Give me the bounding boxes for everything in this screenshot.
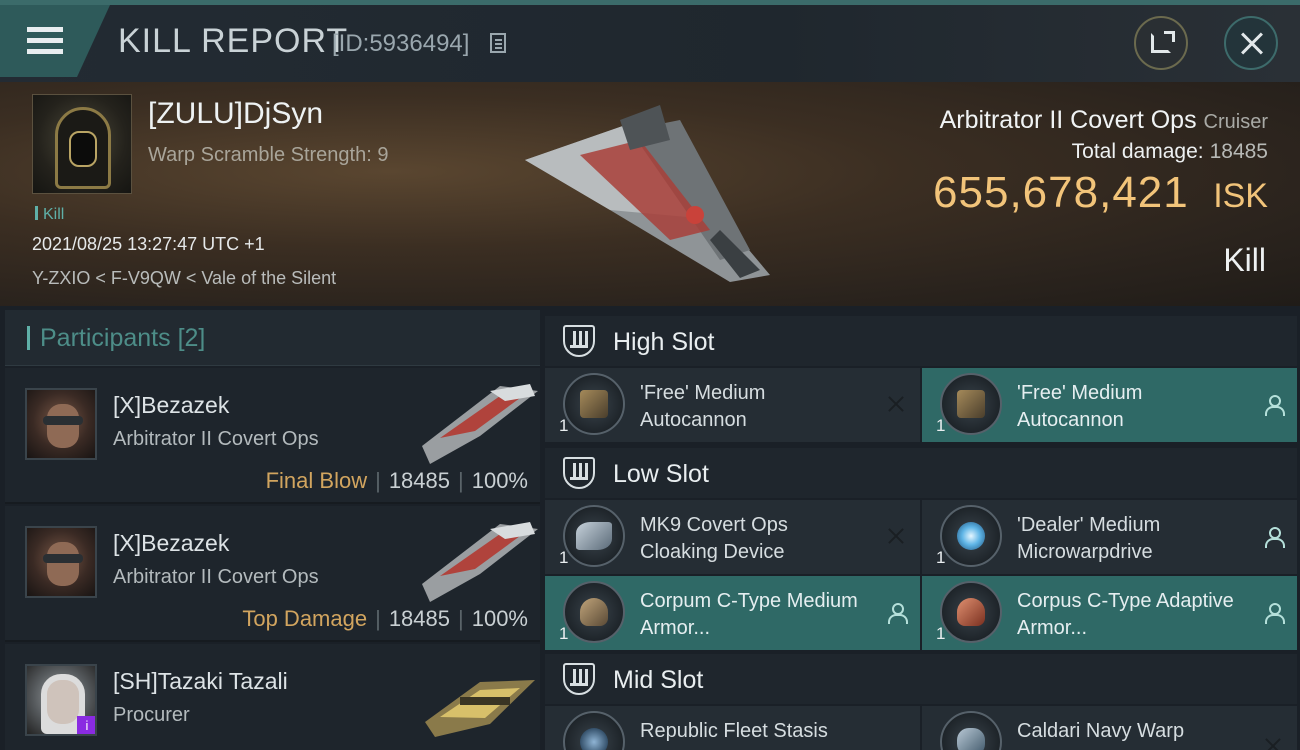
module-name: Caldari Navy Warp [1017,720,1185,742]
destroyed-icon [886,394,906,414]
microwarpdrive-icon [940,505,1002,567]
slot-title: High Slot [613,328,715,356]
participants-header: Participants [2] [5,310,540,366]
armor-repairer-icon [563,581,625,643]
victim-ship-name[interactable]: Arbitrator II Covert Ops Cruiser [940,106,1268,135]
close-button[interactable] [1224,16,1278,70]
report-id: [ID:5936494] [332,30,470,57]
participant-row[interactable]: [X]Bezazek Arbitrator II Covert Ops Top … [5,506,540,642]
victim-ship-class: Cruiser [1203,111,1268,133]
slot-title: Mid Slot [613,666,704,694]
victim-subtitle: Warp Scramble Strength: 9 [148,144,389,166]
copy-icon[interactable] [490,33,506,53]
user-icon [886,602,908,624]
armor-hardener-icon [940,581,1002,643]
mid-slot-icon [563,663,595,695]
kill-tag: Kill [35,206,64,224]
warp-disruptor-icon [940,711,1002,750]
module-name: Corpus C-Type Adaptive Armor... [1017,590,1234,639]
isk-value-row: 655,678,421 ISK [933,168,1268,218]
kill-location[interactable]: Y-ZXIO < F-V9QW < Vale of the Silent [32,268,336,289]
module-item[interactable]: 1 'Dealer' Medium Microwarpdrive [922,500,1297,574]
top-bar: KILL REPORT [ID:5936494] [0,0,1300,82]
total-damage: Total damage: 18485 [1071,140,1268,163]
module-name: MK9 Covert Ops Cloaking Device [640,514,788,563]
participant-percent: 100% [471,468,528,493]
slot-title: Low Slot [613,460,709,488]
participant-ship-image[interactable] [420,652,540,742]
info-badge-icon: i [77,716,95,734]
victim-header: [ZULU]DjSyn Warp Scramble Strength: 9 Ki… [0,82,1300,306]
cloaking-device-icon [563,505,625,567]
module-item[interactable]: 1 MK9 Covert Ops Cloaking Device [545,500,920,574]
share-button[interactable] [1134,16,1188,70]
participant-ship: Procurer [113,704,190,726]
result-label: Kill [1223,242,1266,278]
autocannon-icon [940,373,1002,435]
participant-ship: Arbitrator II Covert Ops [113,566,319,588]
module-name: 'Free' Medium Autocannon [1017,382,1143,431]
module-quantity: 1 [559,416,569,435]
participant-stats: Final Blow | 18485 | 100% [265,468,528,493]
participants-count: [2] [177,324,206,352]
participant-damage: 18485 [388,468,450,493]
victim-ship-image[interactable] [520,100,780,290]
module-item[interactable]: Caldari Navy Warp [922,706,1297,750]
module-name: 'Free' Medium Autocannon [640,382,766,431]
menu-button[interactable] [0,5,110,77]
avatar[interactable] [25,526,97,598]
avatar[interactable]: i [25,664,97,736]
participant-row[interactable]: i [SH]Tazaki Tazali Procurer [5,644,540,750]
module-item[interactable]: 1 'Free' Medium Autocannon [922,368,1297,442]
module-name: 'Dealer' Medium Microwarpdrive [1017,514,1161,563]
participant-name: [X]Bezazek [113,392,230,418]
participants-title: Participants [40,324,171,352]
participant-name: [SH]Tazaki Tazali [113,668,288,694]
participant-percent: 100% [471,606,528,631]
participant-damage: 18485 [388,606,450,631]
module-quantity: 1 [936,624,946,643]
module-quantity: 1 [936,416,946,435]
participant-ship-image[interactable] [420,376,540,466]
isk-unit: ISK [1213,177,1268,215]
destroyed-icon [886,526,906,546]
avatar[interactable] [25,388,97,460]
top-accent-line [0,0,1300,5]
destroyed-icon [1263,736,1283,750]
participant-role: Final Blow [265,468,368,493]
module-item[interactable]: 1 Corpum C-Type Medium Armor... [545,576,920,650]
module-quantity: 1 [559,624,569,643]
participant-row[interactable]: [X]Bezazek Arbitrator II Covert Ops Fina… [5,368,540,504]
participant-stats: Top Damage | 18485 | 100% [242,606,528,631]
kill-timestamp: 2021/08/25 13:27:47 UTC +1 [32,234,265,254]
participant-role: Top Damage [242,606,368,631]
user-icon [1263,526,1285,548]
user-icon [1263,394,1285,416]
low-slot-header: Low Slot [545,448,1297,498]
participant-ship: Arbitrator II Covert Ops [113,428,319,450]
stasis-webifier-icon [563,711,625,750]
isk-value: 655,678,421 [933,168,1189,217]
module-quantity: 1 [559,548,569,567]
autocannon-icon [563,373,625,435]
victim-avatar[interactable] [32,94,132,194]
low-slot-icon [563,457,595,489]
module-item[interactable]: 1 'Free' Medium Autocannon [545,368,920,442]
module-name: Corpum C-Type Medium Armor... [640,590,858,639]
module-name: Republic Fleet Stasis [640,720,828,742]
module-item[interactable]: 1 Corpus C-Type Adaptive Armor... [922,576,1297,650]
module-quantity: 1 [936,548,946,567]
participant-ship-image[interactable] [420,514,540,604]
participant-name: [X]Bezazek [113,530,230,556]
user-icon [1263,602,1285,624]
page-title: KILL REPORT [118,22,349,60]
victim-name[interactable]: [ZULU]DjSyn [148,97,323,131]
high-slot-header: High Slot [545,316,1297,366]
mid-slot-header: Mid Slot [545,654,1297,704]
high-slot-icon [563,325,595,357]
module-item[interactable]: Republic Fleet Stasis [545,706,920,750]
